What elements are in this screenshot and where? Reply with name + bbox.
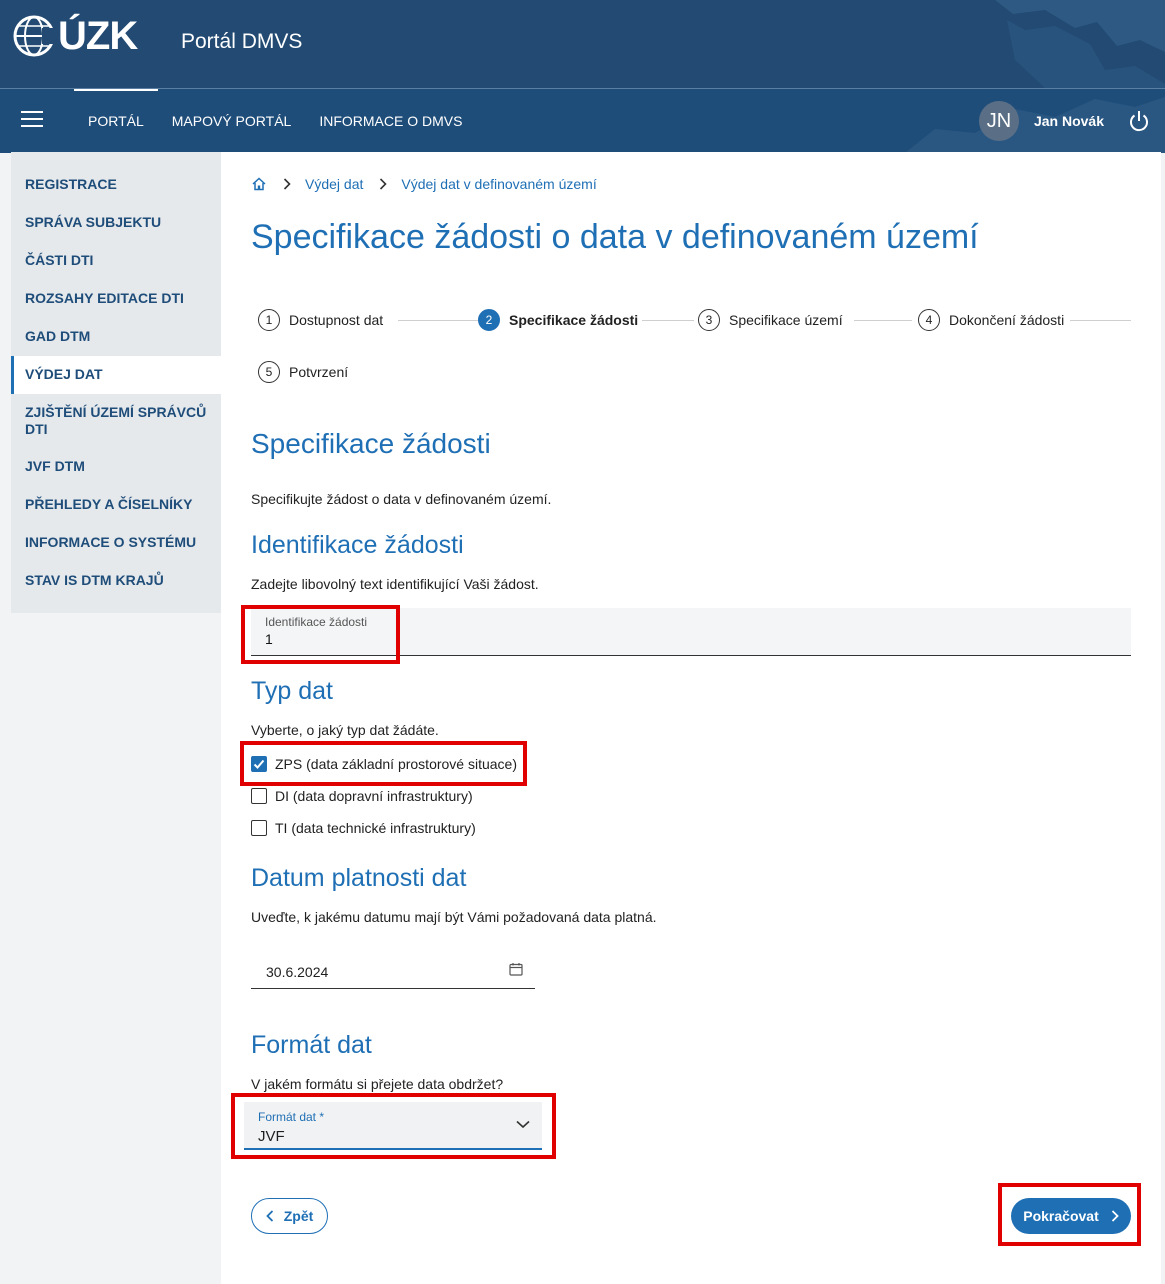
- chevron-right-icon: [380, 178, 388, 190]
- globe-logo-icon: [13, 15, 56, 57]
- identification-input-value[interactable]: 1: [265, 631, 273, 647]
- hamburger-icon[interactable]: [21, 111, 43, 129]
- chevron-right-icon: [1111, 1210, 1119, 1222]
- cuzk-logo[interactable]: ÚZK: [12, 14, 138, 58]
- step-1: 1 Dostupnost dat: [258, 309, 383, 331]
- chevron-left-icon: [265, 1210, 273, 1222]
- sidebar-item-casti-dti[interactable]: ČÁSTI DTI: [11, 242, 221, 280]
- top-header: ÚZK Portál DMVS: [0, 0, 1165, 88]
- sidebar-item-rozsahy-editace[interactable]: ROZSAHY EDITACE DTI: [11, 280, 221, 318]
- format-select-label: Formát dat *: [258, 1110, 325, 1124]
- chevron-right-icon: [283, 178, 291, 190]
- checkbox-zps-label: ZPS (data základní prostorové situace): [275, 756, 518, 772]
- format-description: V jakém formátu si přejete data obdržet?: [251, 1076, 504, 1092]
- section-description: Specifikujte žádost o data v definovaném…: [251, 491, 552, 507]
- power-icon[interactable]: [1127, 109, 1151, 133]
- identification-title: Identifikace žádosti: [251, 531, 464, 559]
- date-input[interactable]: 30.6.2024: [251, 940, 535, 989]
- nav-map-portal[interactable]: MAPOVÝ PORTÁL: [158, 89, 306, 153]
- identification-input-label: Identifikace žádosti: [265, 615, 368, 629]
- identification-input[interactable]: Identifikace žádosti 1: [251, 608, 1131, 656]
- step-number: 2: [478, 309, 500, 331]
- checkbox-checked-icon[interactable]: [251, 756, 267, 772]
- step-label: Dokončení žádosti: [949, 312, 1065, 328]
- section-title: Specifikace žádosti: [251, 428, 491, 459]
- user-name[interactable]: Jan Novák: [1034, 113, 1104, 129]
- validity-title: Datum platnosti dat: [251, 864, 467, 892]
- main-navbar: PORTÁL MAPOVÝ PORTÁL INFORMACE O DMVS JN…: [0, 88, 1165, 153]
- sidebar: REGISTRACE SPRÁVA SUBJEKTU ČÁSTI DTI ROZ…: [11, 152, 221, 613]
- map-background-decoration: [995, 0, 1165, 88]
- step-4: 4 Dokončení žádosti: [918, 309, 1064, 331]
- sidebar-item-registrace[interactable]: REGISTRACE: [11, 166, 221, 204]
- step-connector: [1070, 320, 1131, 321]
- breadcrumb-vydej-definovane[interactable]: Výdej dat v definovaném území: [401, 176, 596, 192]
- chevron-down-icon[interactable]: [516, 1120, 530, 1129]
- sidebar-item-gad-dtm[interactable]: GAD DTM: [11, 318, 221, 356]
- format-select[interactable]: Formát dat * JVF: [244, 1102, 542, 1150]
- avatar[interactable]: JN: [978, 101, 1019, 141]
- continue-button-label: Pokračovat: [1023, 1208, 1099, 1224]
- nav-dmvs-info[interactable]: INFORMACE O DMVS: [305, 89, 476, 153]
- checkbox-zps[interactable]: ZPS (data základní prostorové situace): [251, 756, 517, 772]
- step-2: 2 Specifikace žádosti: [478, 309, 638, 331]
- format-title: Formát dat: [251, 1031, 372, 1059]
- step-connector: [642, 320, 694, 321]
- sidebar-item-vydej-dat[interactable]: VÝDEJ DAT: [11, 356, 221, 394]
- back-button-label: Zpět: [283, 1208, 314, 1224]
- checkbox-unchecked-icon[interactable]: [251, 820, 267, 836]
- page-title: Specifikace žádosti o data v definovaném…: [251, 218, 979, 256]
- validity-description: Uveďte, k jakému datumu mají být Vámi po…: [251, 909, 657, 925]
- data-type-title: Typ dat: [251, 677, 333, 705]
- step-number: 5: [258, 361, 280, 383]
- checkbox-ti-label: TI (data technické infrastruktury): [275, 820, 476, 836]
- date-input-value[interactable]: 30.6.2024: [266, 964, 328, 980]
- calendar-icon[interactable]: [509, 962, 523, 976]
- checkbox-di[interactable]: DI (data dopravní infrastruktury): [251, 788, 473, 804]
- portal-title: Portál DMVS: [181, 30, 303, 53]
- breadcrumb-vydej-dat[interactable]: Výdej dat: [305, 176, 363, 192]
- step-number: 1: [258, 309, 280, 331]
- format-select-value: JVF: [258, 1128, 285, 1145]
- checkbox-di-label: DI (data dopravní infrastruktury): [275, 788, 473, 804]
- main-content: Výdej dat Výdej dat v definovaném území …: [221, 152, 1161, 1284]
- checkbox-ti[interactable]: TI (data technické infrastruktury): [251, 820, 476, 836]
- step-label: Potvrzení: [289, 364, 349, 380]
- sidebar-item-informace-system[interactable]: INFORMACE O SYSTÉMU: [11, 524, 221, 562]
- sidebar-item-prehledy[interactable]: PŘEHLEDY A ČÍSELNÍKY: [11, 486, 221, 524]
- back-button[interactable]: Zpět: [251, 1198, 328, 1234]
- home-icon[interactable]: [251, 176, 267, 192]
- step-number: 3: [698, 309, 720, 331]
- identification-description: Zadejte libovolný text identifikující Va…: [251, 576, 539, 592]
- step-5: 5 Potvrzení: [258, 361, 348, 383]
- sidebar-item-stav-is[interactable]: STAV IS DTM KRAJŮ: [11, 562, 221, 600]
- step-connector: [398, 320, 478, 321]
- sidebar-item-sprava-subjektu[interactable]: SPRÁVA SUBJEKTU: [11, 204, 221, 242]
- step-number: 4: [918, 309, 940, 331]
- data-type-description: Vyberte, o jaký typ dat žádáte.: [251, 722, 439, 738]
- step-label: Specifikace žádosti: [509, 312, 639, 328]
- step-label: Specifikace území: [729, 312, 843, 328]
- sidebar-item-jvf-dtm[interactable]: JVF DTM: [11, 448, 221, 486]
- continue-button[interactable]: Pokračovat: [1011, 1198, 1131, 1234]
- checkbox-unchecked-icon[interactable]: [251, 788, 267, 804]
- logo-text: ÚZK: [58, 14, 138, 58]
- step-connector: [854, 320, 912, 321]
- step-3: 3 Specifikace území: [698, 309, 843, 331]
- sidebar-item-zjisteni-uzemi[interactable]: ZJIŠTĚNÍ ÚZEMÍ SPRÁVCŮ DTI: [11, 394, 221, 448]
- step-label: Dostupnost dat: [289, 312, 384, 328]
- breadcrumb: Výdej dat Výdej dat v definovaném území: [251, 176, 597, 192]
- nav-portal[interactable]: PORTÁL: [74, 89, 158, 153]
